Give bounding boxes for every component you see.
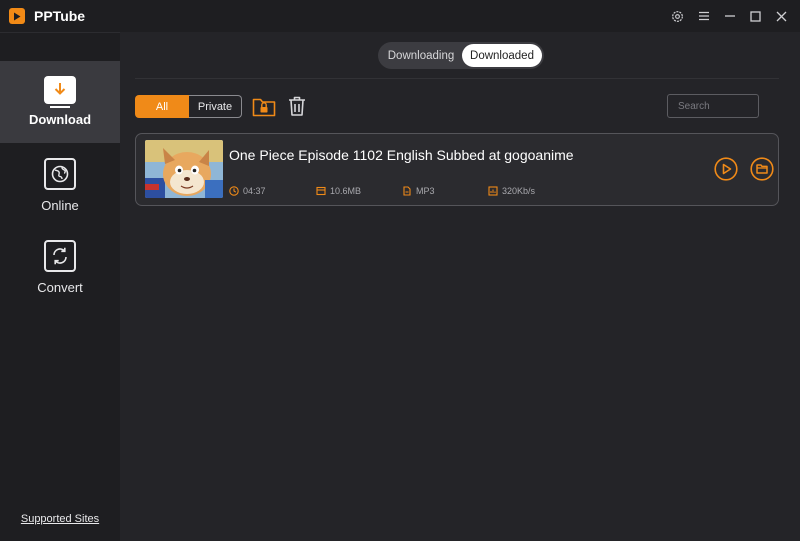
convert-icon: [44, 240, 76, 272]
gear-icon[interactable]: [665, 0, 690, 32]
close-icon[interactable]: [769, 0, 794, 32]
item-size: 10.6MB: [316, 186, 361, 196]
sidebar-item-label: Download: [28, 112, 92, 127]
trash-icon[interactable]: [287, 95, 307, 117]
list-item[interactable]: One Piece Episode 1102 English Subbed at…: [135, 133, 779, 206]
play-button[interactable]: [714, 157, 738, 181]
filter-all-button[interactable]: All: [135, 95, 189, 118]
duration-value: 04:37: [243, 186, 266, 196]
supported-sites-link[interactable]: Supported Sites: [0, 513, 120, 525]
clock-icon: [229, 186, 239, 196]
download-icon: [44, 76, 76, 104]
sidebar: Download Online Convert Supported Sites: [0, 32, 120, 541]
bitrate-icon: [488, 186, 498, 196]
file-size-icon: [316, 186, 326, 196]
size-value: 10.6MB: [330, 186, 362, 196]
main-panel: Downloading Downloaded All Private Searc…: [120, 32, 800, 541]
play-icon: [714, 157, 738, 181]
app-logo-icon: [9, 8, 25, 24]
filter-toggle: All Private: [135, 95, 242, 118]
folder-icon: [750, 157, 774, 181]
globe-icon: [44, 158, 76, 190]
sidebar-item-convert[interactable]: Convert: [0, 225, 120, 307]
sidebar-item-label: Online: [41, 198, 79, 213]
lock-folder-icon[interactable]: [252, 95, 276, 117]
open-folder-button[interactable]: [750, 157, 774, 181]
format-icon: [403, 186, 411, 196]
bitrate-value: 320Kb/s: [502, 186, 536, 196]
divider: [135, 78, 779, 79]
video-thumbnail: [145, 140, 223, 198]
sidebar-item-label: Convert: [37, 280, 83, 295]
item-duration: 04:37: [229, 186, 266, 196]
item-bitrate: 320Kb/s: [488, 186, 535, 196]
tab-downloading[interactable]: Downloading: [380, 44, 462, 67]
app-title: PPTube: [34, 8, 86, 24]
tab-downloaded[interactable]: Downloaded: [462, 44, 542, 67]
sidebar-item-online[interactable]: Online: [0, 143, 120, 225]
menu-icon[interactable]: [691, 0, 716, 32]
minimize-icon[interactable]: [717, 0, 742, 32]
item-title: One Piece Episode 1102 English Subbed at…: [229, 147, 574, 163]
title-bar: PPTube: [0, 0, 800, 32]
format-value: MP3: [416, 186, 435, 196]
item-format: MP3: [402, 186, 435, 196]
maximize-icon[interactable]: [743, 0, 768, 32]
download-icon-stand: [50, 106, 70, 108]
filter-private-button[interactable]: Private: [189, 95, 242, 118]
search-input[interactable]: [667, 94, 759, 118]
download-tabs: Downloading Downloaded: [378, 42, 544, 69]
sidebar-item-download[interactable]: Download: [0, 61, 120, 143]
